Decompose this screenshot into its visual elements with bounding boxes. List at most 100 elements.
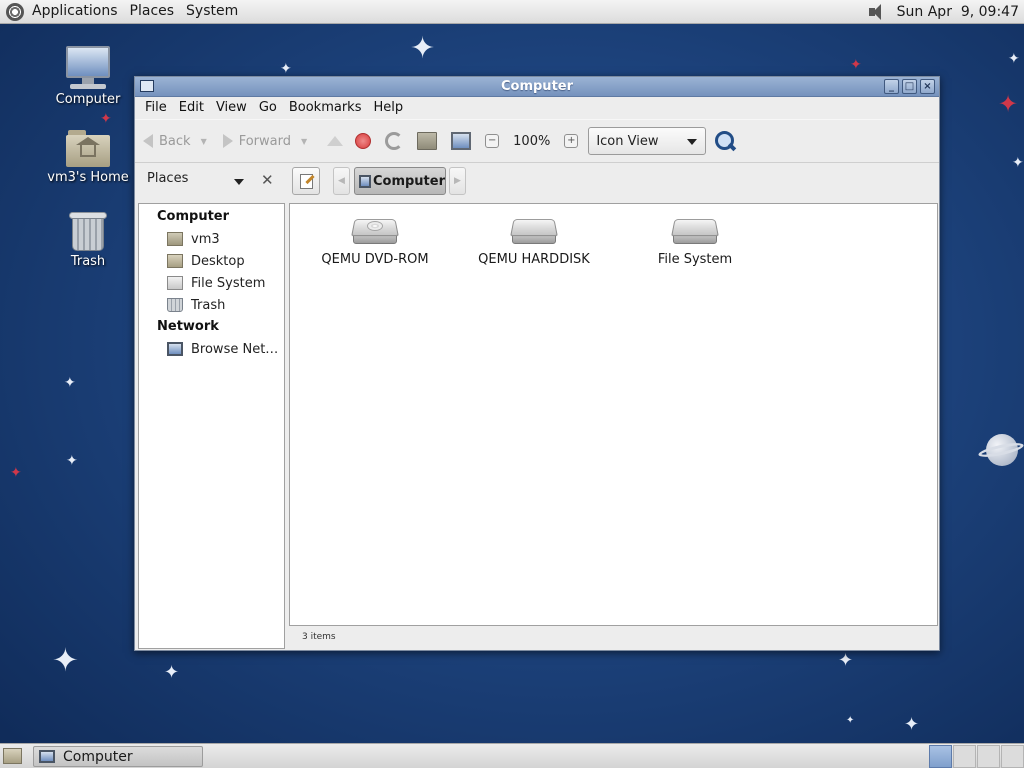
star-decoration: ✦ <box>838 650 854 671</box>
menubar: File Edit View Go Bookmarks Help <box>135 97 939 119</box>
workspace-2[interactable] <box>953 745 976 768</box>
back-history-dropdown-icon[interactable]: ▼ <box>201 137 207 146</box>
sidebar-item-label: Desktop <box>191 253 245 269</box>
star-decoration: ✦ <box>998 90 1019 118</box>
star-decoration: ✦ <box>10 465 22 481</box>
icon-view[interactable]: QEMU DVD-ROM QEMU HARDDISK File System <box>289 203 938 626</box>
sidebar-item-label: Trash <box>191 297 226 313</box>
sidebar-item-label: Browse Net… <box>191 341 279 357</box>
hard-disk-icon <box>510 218 558 246</box>
workspace-switcher <box>928 745 1024 768</box>
gnome-logo-icon[interactable] <box>6 2 24 21</box>
star-decoration: ✦ <box>410 31 436 66</box>
chevron-down-icon[interactable] <box>234 179 244 185</box>
close-button[interactable]: × <box>920 79 935 94</box>
desktop-icon-label: Computer <box>55 92 121 107</box>
home-folder-icon <box>167 232 183 246</box>
view-mode-select[interactable]: Icon View <box>588 127 707 155</box>
taskbar-button-computer[interactable]: Computer <box>33 746 203 767</box>
breadcrumb-computer[interactable]: Computer <box>354 167 446 195</box>
status-bar: 3 items <box>302 632 336 642</box>
desktop-icon-label: Trash <box>70 254 106 269</box>
view-mode-value: Icon View <box>596 133 659 149</box>
back-button[interactable]: Back ▼ <box>143 134 207 149</box>
star-decoration: ✦ <box>164 662 180 683</box>
file-system-icon <box>167 276 183 290</box>
edit-location-button[interactable] <box>292 167 320 195</box>
file-item-harddisk[interactable]: QEMU HARDDISK <box>454 218 614 267</box>
file-item-label: QEMU DVD-ROM <box>321 252 429 267</box>
crumb-scroll-right-button[interactable]: ▶ <box>449 167 466 195</box>
desktop-icon-label: vm3's Home <box>47 170 129 185</box>
minimize-button[interactable]: _ <box>884 79 899 94</box>
sidebar-item-desktop[interactable]: Desktop <box>139 250 284 272</box>
show-desktop-icon[interactable] <box>3 748 22 764</box>
star-decoration: ✦ <box>66 453 78 469</box>
forward-history-dropdown-icon[interactable]: ▼ <box>301 137 307 146</box>
menu-edit[interactable]: Edit <box>173 97 210 119</box>
computer-icon[interactable] <box>451 132 472 150</box>
network-icon <box>167 342 183 356</box>
optical-drive-icon <box>351 218 399 246</box>
menu-view[interactable]: View <box>210 97 253 119</box>
forward-arrow-icon <box>222 134 233 148</box>
star-decoration: ✦ <box>100 111 112 127</box>
window-title: Computer <box>500 79 574 94</box>
toolbar: Back ▼ Forward ▼ − 100% + Icon View <box>135 119 939 163</box>
workspace-3[interactable] <box>977 745 1000 768</box>
crumb-scroll-left-button[interactable]: ◀ <box>333 167 350 195</box>
forward-label: Forward <box>238 133 291 149</box>
computer-icon <box>64 46 112 90</box>
desktop-icon-home[interactable]: vm3's Home <box>38 128 138 185</box>
side-pane-selector[interactable]: Places <box>147 171 188 186</box>
chevron-down-icon <box>687 139 698 145</box>
file-item-file-system[interactable]: File System <box>615 218 775 267</box>
zoom-in-button[interactable]: + <box>564 134 579 148</box>
volume-icon[interactable] <box>863 2 889 22</box>
search-icon[interactable] <box>714 130 736 152</box>
places-sidebar: Computer vm3 Desktop File System Trash N… <box>138 203 285 649</box>
sidebar-item-label: File System <box>191 275 266 291</box>
file-item-label: File System <box>657 252 733 267</box>
bottom-panel: Computer <box>0 743 1024 768</box>
trash-icon <box>69 208 107 252</box>
close-pane-icon[interactable]: ✕ <box>261 171 274 189</box>
reload-icon[interactable] <box>385 132 404 150</box>
menu-file[interactable]: File <box>139 97 173 119</box>
star-decoration: ✦ <box>846 715 855 726</box>
sidebar-item-vm3[interactable]: vm3 <box>139 228 284 250</box>
system-menu[interactable]: System <box>180 0 244 24</box>
workspace-1[interactable] <box>929 745 952 768</box>
window-titlebar[interactable]: Computer _ □ × <box>135 77 939 97</box>
trash-icon <box>167 298 183 312</box>
location-bar: Places ✕ ◀ Computer ▶ <box>135 163 939 201</box>
zoom-out-button[interactable]: − <box>485 134 500 148</box>
star-decoration: ✦ <box>1008 51 1020 67</box>
file-item-dvd-rom[interactable]: QEMU DVD-ROM <box>295 218 455 267</box>
menu-bookmarks[interactable]: Bookmarks <box>283 97 368 119</box>
desktop-icon-trash[interactable]: Trash <box>38 208 138 269</box>
clock[interactable]: Sun Apr 9, 09:47 <box>889 4 1024 20</box>
home-icon[interactable] <box>417 132 438 150</box>
menu-help[interactable]: Help <box>367 97 409 119</box>
computer-icon <box>39 750 55 763</box>
back-label: Back <box>159 133 191 149</box>
maximize-button[interactable]: □ <box>902 79 917 94</box>
hard-disk-icon <box>671 218 719 246</box>
sidebar-item-file-system[interactable]: File System <box>139 272 284 294</box>
sidebar-item-browse-network[interactable]: Browse Net… <box>139 338 284 360</box>
workspace-4[interactable] <box>1001 745 1024 768</box>
places-menu[interactable]: Places <box>124 0 181 24</box>
star-decoration: ✦ <box>64 375 76 391</box>
desktop-icon-computer[interactable]: Computer <box>38 46 138 107</box>
stop-icon[interactable] <box>355 133 372 149</box>
computer-icon <box>359 174 371 188</box>
back-arrow-icon <box>143 134 153 148</box>
sidebar-item-trash[interactable]: Trash <box>139 294 284 316</box>
forward-button[interactable]: Forward ▼ <box>222 133 307 149</box>
sidebar-item-label: vm3 <box>191 231 220 247</box>
menu-go[interactable]: Go <box>253 97 283 119</box>
up-arrow-icon[interactable] <box>327 136 344 146</box>
applications-menu[interactable]: Applications <box>26 0 124 24</box>
file-item-label: QEMU HARDDISK <box>478 252 590 267</box>
